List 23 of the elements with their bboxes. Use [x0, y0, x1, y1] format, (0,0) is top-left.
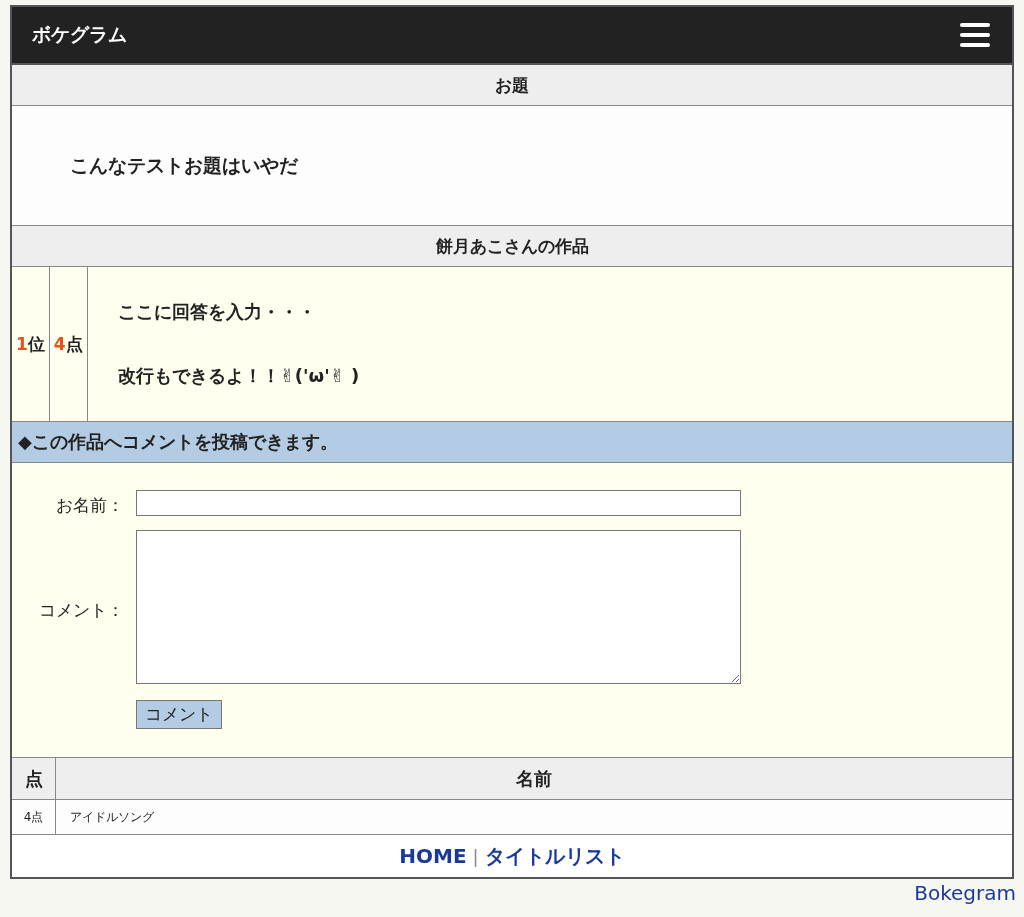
- work-heading: 餅月あこさんの作品: [12, 226, 1012, 267]
- column-header: 名前: [515, 766, 553, 791]
- answer-text: ここに回答を入力・・・: [117, 300, 317, 324]
- comment-banner: ◆この作品へコメントを投稿できます。: [12, 422, 1012, 463]
- rank-cell: 1位: [12, 267, 50, 421]
- name-label: お名前：: [56, 493, 125, 517]
- comment-button[interactable]: コメント: [136, 700, 222, 729]
- table-cell: 4点: [12, 800, 56, 834]
- topic-heading: お題: [12, 65, 1012, 106]
- column-header: 点: [12, 758, 56, 799]
- footer-link[interactable]: HOME: [399, 844, 467, 868]
- comment-field[interactable]: [136, 530, 741, 684]
- points-cell: 4点: [49, 267, 88, 421]
- answer-text: 改行もできるよ！！✌('ω'✌ ): [117, 364, 360, 388]
- link-separator: |: [472, 845, 479, 867]
- site-title: ボケグラム: [32, 22, 127, 47]
- comment-label: コメント：: [39, 598, 125, 622]
- topic-text: こんなテストお題はいやだ: [70, 152, 298, 178]
- menu-icon[interactable]: [958, 21, 992, 49]
- table-cell-text: アイドルソング: [69, 808, 155, 826]
- name-field[interactable]: [136, 490, 741, 516]
- brand-link[interactable]: Bokegram: [914, 881, 1016, 905]
- footer-link[interactable]: タイトルリスト: [484, 842, 625, 870]
